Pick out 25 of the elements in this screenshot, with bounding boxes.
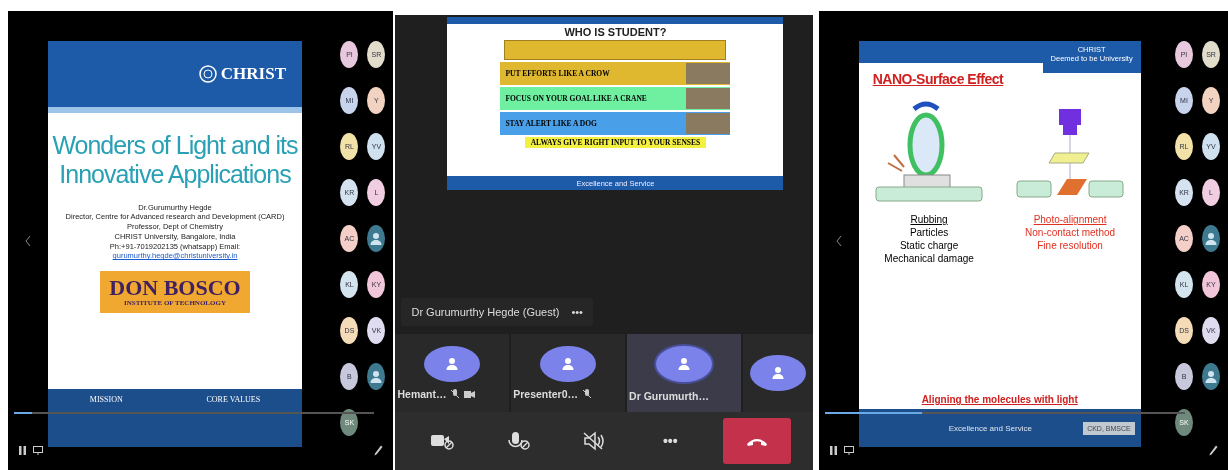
point-text: Rubbing: [910, 213, 948, 226]
participant-name: Dr Gurumurth…: [629, 390, 709, 402]
footer-heading: CORE VALUES: [206, 395, 261, 404]
speaker-name: Dr Gurumurthy Hegde (Guest): [411, 306, 560, 318]
point-text: Non-contact method: [1025, 226, 1116, 239]
point-text: Static charge: [899, 239, 959, 252]
footer-motto: Excellence and Service: [948, 423, 1032, 433]
participant-tile[interactable]: Presenter0…: [511, 334, 626, 412]
slide-caption: Aligning the molecules with light: [920, 394, 1079, 405]
point-text: Mechanical damage: [884, 252, 974, 265]
university-logo: CHRIST: [220, 64, 286, 84]
slide-title: WHO IS STUDENT?: [564, 26, 667, 38]
point-text: Fine resolution: [1037, 239, 1103, 252]
slide-title: NANO-Surface Effect: [872, 71, 1005, 87]
slide-title: Innovative Applications: [58, 159, 292, 189]
point-text: Particles: [909, 226, 949, 239]
footer-heading: MISSION: [89, 395, 123, 404]
participant-tile[interactable]: Hemant…: [395, 334, 510, 412]
slide-title: Wonders of Light and its: [51, 131, 299, 160]
participant-name: Hemant…: [397, 388, 447, 400]
more-options-button[interactable]: •••: [571, 306, 583, 318]
point-text: Photo-alignment: [1033, 213, 1107, 226]
participant-name: Presenter0…: [513, 388, 579, 400]
participant-tile[interactable]: Dr Gurumurth…: [627, 334, 741, 412]
more-options-button[interactable]: •••: [646, 421, 695, 461]
